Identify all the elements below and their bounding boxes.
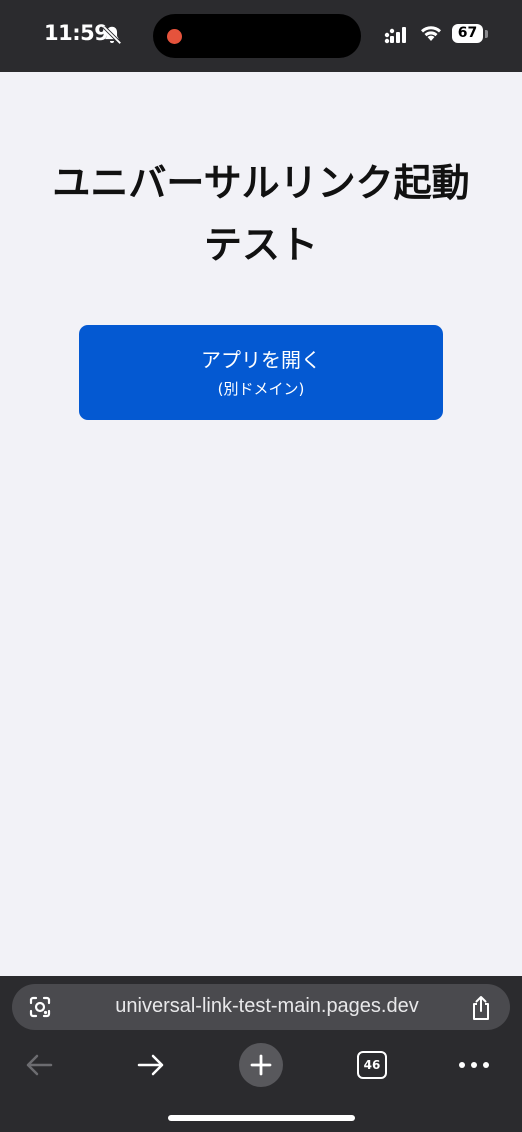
battery-level: 67 [452, 24, 483, 43]
google-lens-icon[interactable] [28, 995, 52, 1019]
home-indicator [168, 1115, 355, 1121]
tab-count: 46 [357, 1051, 387, 1079]
forward-button[interactable] [130, 1040, 172, 1090]
address-bar[interactable]: universal-link-test-main.pages.dev [12, 984, 510, 1030]
plus-icon [250, 1054, 272, 1076]
share-icon[interactable] [470, 995, 492, 1021]
new-tab-button[interactable] [238, 1040, 284, 1090]
status-time: 11:59 [44, 21, 109, 45]
new-tab-circle [239, 1043, 283, 1087]
arrow-right-icon [137, 1054, 164, 1076]
back-button[interactable] [18, 1040, 60, 1090]
page-title: ユニバーサルリンク起動テスト [52, 161, 470, 267]
web-content: ユニバーサルリンク起動テスト アプリを開く (別ドメイン) [0, 72, 522, 976]
open-app-button[interactable]: アプリを開く (別ドメイン) [79, 325, 443, 420]
open-app-button-sublabel: (別ドメイン) [217, 379, 305, 398]
url-text[interactable]: universal-link-test-main.pages.dev [72, 995, 462, 1018]
open-app-button-label: アプリを開く [201, 347, 321, 372]
status-bar: 11:59 67 [0, 0, 522, 72]
battery-indicator: 67 [452, 24, 488, 44]
bell-slash-icon [102, 25, 122, 45]
cellular-signal-icon [384, 27, 406, 44]
browser-toolbar: universal-link-test-main.pages.dev 46 [0, 976, 522, 1132]
more-dots-icon [459, 1062, 489, 1068]
navigation-row: 46 [0, 1040, 522, 1090]
wifi-icon [421, 26, 441, 41]
dynamic-island [153, 14, 361, 58]
battery-cap [485, 30, 488, 38]
more-menu-button[interactable] [452, 1040, 496, 1090]
arrow-left-icon [26, 1054, 53, 1076]
recording-indicator [167, 29, 182, 44]
tab-switcher-button[interactable]: 46 [352, 1040, 392, 1090]
